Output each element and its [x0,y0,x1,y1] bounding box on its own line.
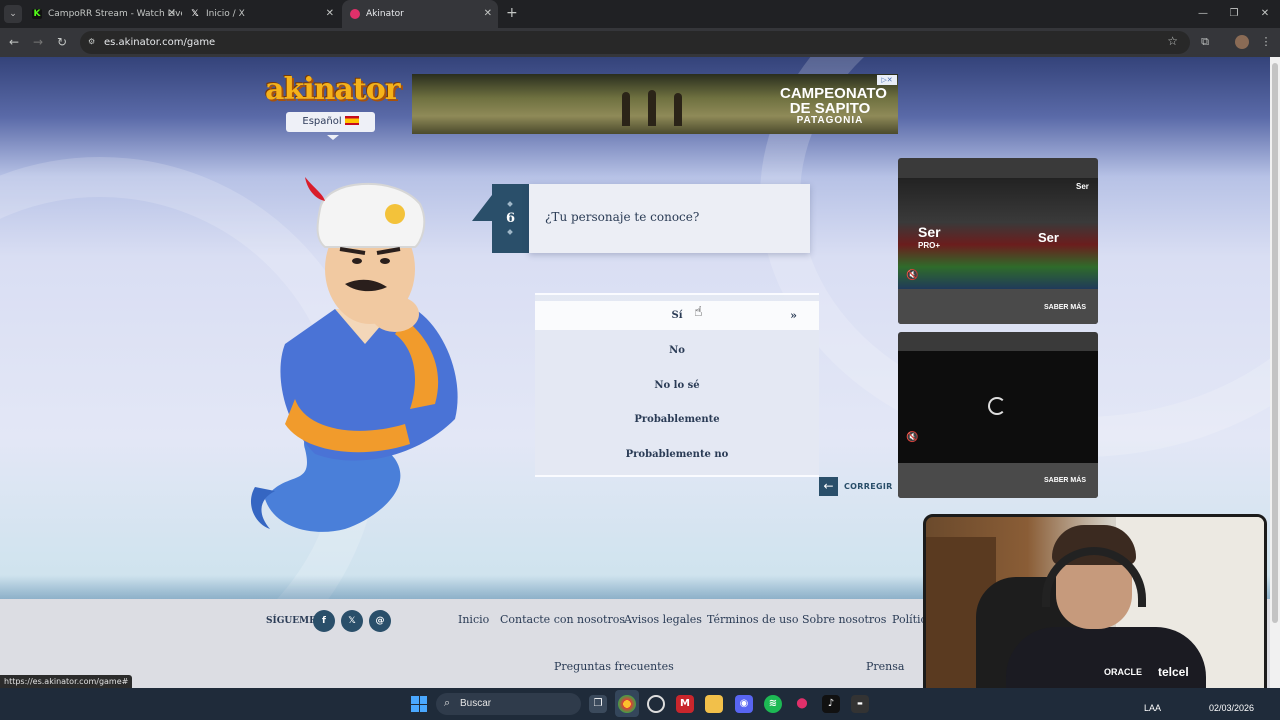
windows-taskbar [0,688,1280,720]
ad-video-frame[interactable]: 🔇 [898,351,1098,463]
search-icon: ⌕ [444,696,451,709]
footer-link-contacto[interactable]: Contacte con nosotros [500,613,625,627]
footer-link-sobre-nosotros[interactable]: Sobre nosotros [802,613,886,627]
ad-headline: CAMPEONATO DE SAPITO [780,85,887,117]
mute-icon[interactable]: 🔇 [906,270,918,281]
bookmark-star-icon[interactable]: ☆ [1167,34,1178,48]
ad-subline: PATAGONIA [796,115,864,126]
footer-link-prensa[interactable]: Prensa [866,660,904,674]
page-scrollbar[interactable] [1270,57,1280,688]
side-video-ad-2[interactable]: 🔇 SABER MÁS [898,332,1098,498]
footer-link-terminos[interactable]: Términos de uso [707,613,798,627]
footer-link-politica[interactable]: Polític [892,613,927,627]
restore-icon[interactable]: ❐ [1217,0,1251,28]
footer-link-inicio[interactable]: Inicio [458,613,489,627]
spotify-icon[interactable]: ≋ [764,695,782,713]
kick-icon: K [32,9,42,19]
loading-spinner-icon [988,397,1006,415]
site-info-icon[interactable]: ⚙ [88,37,98,47]
close-window-icon[interactable]: ✕ [1248,0,1280,28]
address-bar[interactable]: ⚙ es.akinator.com/game ☆ [80,31,1190,54]
spain-flag-icon [344,116,359,125]
threads-icon[interactable]: @ [369,610,391,632]
mute-icon[interactable]: 🔇 [906,432,918,443]
answer-list: Sí » No No lo sé Probablemente Probablem… [535,293,819,477]
browser-tab-bar: ⌄ K CampoRR Stream - Watch Live ✕ 𝕏 Inic… [0,0,1280,28]
close-tab-icon[interactable]: ✕ [326,0,334,28]
facebook-icon[interactable]: f [313,610,335,632]
question-bubble: ¿Tu personaje te conoce? [529,184,810,253]
follow-label: SÍGUEME [266,616,316,626]
question-tail-decoration [472,195,492,221]
close-tab-icon[interactable]: ✕ [168,0,176,28]
language-caret-icon [327,135,339,140]
task-view-icon[interactable]: ❐ [589,695,607,713]
answer-yes[interactable]: Sí » [535,301,819,330]
answer-probably[interactable]: Probablemente [535,405,819,434]
scrollbar-thumb[interactable] [1272,63,1278,623]
footer-link-faq[interactable]: Preguntas frecuentes [554,660,674,674]
saber-mas-button[interactable]: SABER MÁS [1044,304,1086,311]
new-tab-button[interactable]: + [506,6,518,20]
akinator-genie-image [250,177,458,532]
side-video-ad-1[interactable]: Ser PRO+ Ser Ser 🔇 SABER MÁS [898,158,1098,324]
forward-icon[interactable]: → [30,34,46,50]
file-explorer-icon[interactable] [705,695,723,713]
menu-kebab-icon[interactable]: ⋮ [1258,34,1274,50]
footer-link-avisos-legales[interactable]: Avisos legales [624,613,702,627]
hand-cursor-icon: ☝ [694,304,703,320]
back-arrow-icon[interactable]: ← [819,477,838,496]
app-icon[interactable]: ▬ [851,695,869,713]
answer-probably-not[interactable]: Probablemente no [535,440,819,469]
windows-start-icon[interactable] [411,696,427,712]
corregir-button[interactable]: CORREGIR [844,478,893,496]
x-social-icon[interactable]: 𝕏 [341,610,363,632]
akinator-logo[interactable]: akinator [265,72,401,107]
tab-x[interactable]: 𝕏 Inicio / X ✕ [190,0,340,28]
taskbar-date[interactable]: 02/03/2026 [1209,703,1254,713]
top-ad-banner[interactable]: CAMPEONATO DE SAPITO PATAGONIA ▷✕ [412,74,898,134]
url-text: es.akinator.com/game [104,37,216,48]
question-text: ¿Tu personaje te conoce? [545,210,700,224]
chevron-right-icon: » [790,309,797,322]
close-tab-icon[interactable]: ✕ [484,0,492,28]
answer-no[interactable]: No [535,336,819,365]
tiktok-icon[interactable]: ♪ [822,695,840,713]
keyboard-language[interactable]: LAA [1144,703,1161,713]
saber-mas-button[interactable]: SABER MÁS [1044,477,1086,484]
ad-video-frame[interactable]: Ser PRO+ Ser Ser 🔇 [898,178,1098,289]
taskbar-search[interactable]: ⌕ Buscar [436,693,581,715]
streamer-webcam-overlay: ORACLE telcel [923,514,1267,706]
browser-toolbar: ← → ↻ ⚙ es.akinator.com/game ☆ ⧉ ⋮ [0,28,1280,57]
discord-icon[interactable]: ◉ [735,695,753,713]
status-bar-url: https://es.akinator.com/game# [0,675,133,688]
akinator-favicon-icon [350,9,360,19]
tab-camporr[interactable]: K CampoRR Stream - Watch Live ✕ [32,0,182,28]
back-icon[interactable]: ← [6,34,22,50]
ad-hikers-image [622,86,682,126]
ad-choices-icon[interactable]: ▷✕ [877,75,897,85]
question-number-badge: 6 [492,184,529,253]
shirt-sponsor-oracle: ORACLE [1104,667,1142,677]
language-selector[interactable]: Español [286,112,375,132]
extensions-icon[interactable]: ⧉ [1197,34,1213,50]
answer-dont-know[interactable]: No lo sé [535,371,819,400]
tab-search-button[interactable]: ⌄ [4,5,22,23]
x-logo-icon: 𝕏 [191,9,199,19]
minimize-icon[interactable]: — [1186,0,1220,28]
obs-icon[interactable] [647,695,665,713]
tab-akinator[interactable]: Akinator ✕ [342,0,498,28]
streamlabs-icon[interactable]: M [676,695,694,713]
reload-icon[interactable]: ↻ [54,34,70,50]
chrome-icon[interactable] [618,695,636,713]
shirt-sponsor-telcel: telcel [1158,665,1189,679]
maps-pin-icon[interactable]: ⬤ [793,695,811,713]
profile-avatar[interactable] [1235,35,1249,49]
